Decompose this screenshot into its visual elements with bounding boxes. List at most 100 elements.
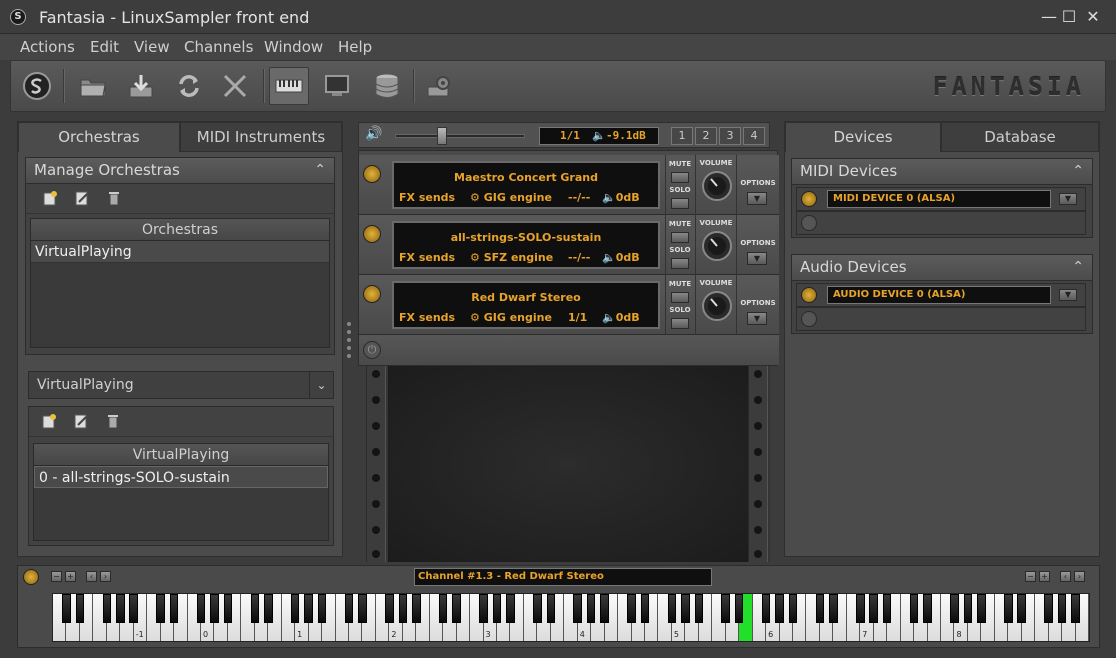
black-key[interactable] xyxy=(667,594,677,623)
save-icon[interactable] xyxy=(121,67,161,105)
device-options-button[interactable]: ▼ xyxy=(1059,289,1077,301)
black-key[interactable] xyxy=(775,594,784,623)
black-key[interactable] xyxy=(533,594,542,623)
black-key[interactable] xyxy=(546,594,556,623)
black-key[interactable] xyxy=(1044,594,1053,623)
maximize-icon[interactable]: ☐ xyxy=(1060,8,1078,26)
new-instrument-icon[interactable] xyxy=(41,413,57,429)
black-key[interactable] xyxy=(977,594,986,623)
device-options-button[interactable]: ▼ xyxy=(1059,193,1077,205)
mute-button[interactable] xyxy=(671,292,689,303)
scroll-left-button[interactable]: ‹ xyxy=(86,571,97,582)
black-key[interactable] xyxy=(1057,594,1067,623)
config-icon[interactable] xyxy=(419,67,459,105)
solo-button[interactable] xyxy=(671,258,689,269)
menu-channels[interactable]: Channels xyxy=(184,38,253,56)
octave-plus-button[interactable]: + xyxy=(65,571,76,582)
mute-button[interactable] xyxy=(671,232,689,243)
black-key[interactable] xyxy=(210,594,219,623)
tab-database[interactable]: Database xyxy=(941,122,1099,152)
black-key[interactable] xyxy=(681,594,690,623)
options-button[interactable]: ▼ xyxy=(747,312,767,325)
collapse-icon[interactable]: ⌃ xyxy=(314,158,326,183)
black-key[interactable] xyxy=(734,594,744,623)
collapse-icon[interactable]: ⌃ xyxy=(1072,255,1084,280)
solo-button[interactable] xyxy=(671,318,689,329)
black-key[interactable] xyxy=(694,594,704,623)
black-key[interactable] xyxy=(721,594,731,623)
black-key[interactable] xyxy=(62,594,71,623)
mute-button[interactable] xyxy=(671,172,689,183)
menu-edit[interactable]: Edit xyxy=(90,38,119,56)
master-volume-slider[interactable] xyxy=(395,134,525,138)
black-key[interactable] xyxy=(115,594,125,623)
black-key[interactable] xyxy=(1017,594,1027,623)
keyboard-icon[interactable] xyxy=(269,67,309,105)
black-key[interactable] xyxy=(600,594,609,623)
open-folder-icon[interactable] xyxy=(73,67,113,105)
engine-label[interactable]: ⚙ GIG engine xyxy=(470,191,552,204)
master-volume-slider-thumb[interactable] xyxy=(437,127,447,145)
menu-window[interactable]: Window xyxy=(264,38,323,56)
audio-device-name[interactable]: AUDIO DEVICE 0 (ALSA) xyxy=(827,286,1051,304)
page-tab-4[interactable]: 4 xyxy=(743,127,765,145)
engine-label[interactable]: ⚙ GIG engine xyxy=(470,311,552,324)
black-key[interactable] xyxy=(75,594,85,623)
solo-button[interactable] xyxy=(671,198,689,209)
power-icon[interactable] xyxy=(801,287,817,303)
scroll-right-button[interactable]: › xyxy=(1074,571,1085,582)
black-key[interactable] xyxy=(492,594,502,623)
scroll-right-button[interactable]: › xyxy=(100,571,111,582)
options-button[interactable]: ▼ xyxy=(747,252,767,265)
delete-instrument-icon[interactable] xyxy=(105,413,121,429)
power-icon[interactable] xyxy=(363,285,381,303)
black-key[interactable] xyxy=(909,594,919,623)
black-key[interactable] xyxy=(156,594,165,623)
minimize-icon[interactable]: — xyxy=(1040,8,1058,26)
collapse-icon[interactable]: ⌃ xyxy=(1072,159,1084,184)
scroll-left-button[interactable]: ‹ xyxy=(1060,571,1071,582)
orchestra-select[interactable]: VirtualPlaying ⌄ xyxy=(28,371,334,399)
black-key[interactable] xyxy=(1003,594,1013,623)
fx-sends-button[interactable]: FX sends xyxy=(399,311,455,324)
channel-display[interactable]: Maestro Concert Grand FX sends ⚙ GIG eng… xyxy=(392,161,660,209)
black-key[interactable] xyxy=(263,594,273,623)
tab-orchestras[interactable]: Orchestras xyxy=(18,122,180,152)
black-key[interactable] xyxy=(506,594,515,623)
power-icon[interactable]: ⏻ xyxy=(363,341,381,359)
black-key[interactable] xyxy=(398,594,408,623)
piano-keyboard[interactable]: -1 0 1 2 3 4 5 6 7 8 xyxy=(52,593,1090,642)
midi-device-name[interactable]: MIDI DEVICE 0 (ALSA) xyxy=(827,190,1051,208)
zoom-plus-button[interactable]: + xyxy=(1039,571,1050,582)
black-key[interactable] xyxy=(950,594,959,623)
page-tab-1[interactable]: 1 xyxy=(671,127,693,145)
power-icon[interactable] xyxy=(23,569,39,585)
tab-devices[interactable]: Devices xyxy=(785,122,941,152)
black-key[interactable] xyxy=(855,594,865,623)
black-key[interactable] xyxy=(196,594,206,623)
volume-knob[interactable] xyxy=(701,290,733,322)
tab-midi-instruments[interactable]: MIDI Instruments xyxy=(180,122,342,152)
menu-help[interactable]: Help xyxy=(338,38,372,56)
app-icon[interactable]: S xyxy=(10,9,26,25)
black-key[interactable] xyxy=(385,594,394,623)
black-key[interactable] xyxy=(627,594,636,623)
power-icon[interactable] xyxy=(363,165,381,183)
black-key[interactable] xyxy=(829,594,838,623)
black-key[interactable] xyxy=(344,594,354,623)
black-key[interactable] xyxy=(882,594,892,623)
close-icon[interactable]: ✕ xyxy=(1084,8,1102,26)
chevron-down-icon[interactable]: ⌄ xyxy=(309,372,333,398)
black-key[interactable] xyxy=(438,594,448,623)
menu-actions[interactable]: Actions xyxy=(20,38,75,56)
power-icon[interactable] xyxy=(801,215,817,231)
zoom-minus-button[interactable]: − xyxy=(1025,571,1036,582)
black-key[interactable] xyxy=(358,594,367,623)
power-icon[interactable] xyxy=(801,311,817,327)
volume-knob[interactable] xyxy=(701,170,733,202)
monitor-icon[interactable] xyxy=(317,67,357,105)
black-key[interactable] xyxy=(129,594,139,623)
black-key[interactable] xyxy=(452,594,461,623)
power-icon[interactable] xyxy=(801,191,817,207)
black-key[interactable] xyxy=(317,594,327,623)
